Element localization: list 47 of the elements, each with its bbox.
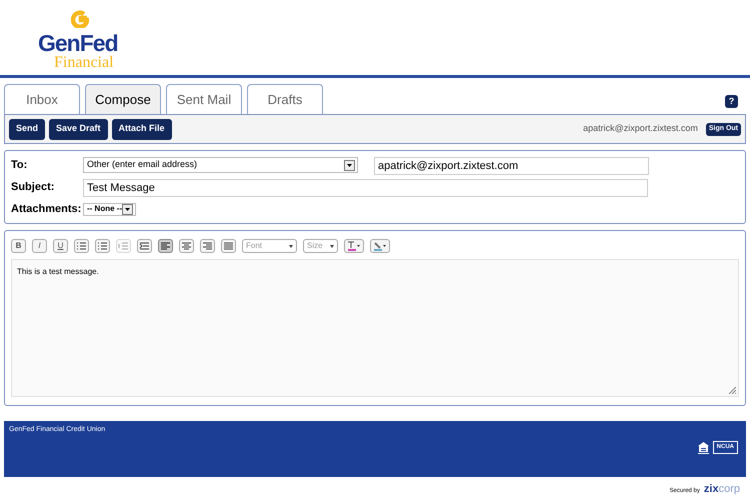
caret-icon	[289, 244, 293, 248]
align-center-icon	[181, 241, 192, 251]
align-right-icon	[202, 241, 213, 251]
equal-housing-icon	[698, 442, 709, 454]
email-field[interactable]: apatrick@zixport.zixtest.com	[374, 157, 649, 175]
text-color-button[interactable]	[344, 239, 364, 253]
format-button[interactable]: B	[11, 239, 26, 253]
tab[interactable]: Drafts	[247, 84, 323, 114]
logo-name: GenFed	[38, 32, 118, 55]
align-left-icon	[160, 241, 171, 251]
logo-subtitle: Financial	[54, 55, 114, 71]
field-label: To:	[11, 158, 28, 173]
resize-handle-icon[interactable]	[728, 386, 736, 394]
help-button[interactable]: ?	[725, 95, 738, 108]
logo-icon	[71, 10, 89, 28]
align-center-button[interactable]	[179, 239, 194, 253]
zixcorp-logo: zixcorp	[704, 482, 740, 497]
indent-button[interactable]	[137, 239, 152, 253]
action-button[interactable]: Save Draft	[49, 118, 108, 140]
message-body[interactable]: This is a test message.	[11, 259, 739, 397]
action-button[interactable]: Attach File	[112, 118, 172, 140]
justify-button[interactable]	[221, 239, 236, 253]
recipient-select[interactable]: Other (enter email address)	[83, 157, 358, 173]
subject-field[interactable]: Test Message	[83, 179, 648, 197]
field-label: Attachments:	[11, 202, 81, 217]
ordered-list-icon	[76, 241, 87, 251]
outdent-icon	[118, 241, 129, 251]
ordered-list-button[interactable]	[74, 239, 89, 253]
format-button[interactable]: U	[53, 239, 68, 253]
align-left-button[interactable]	[158, 239, 173, 253]
tab[interactable]: Sent Mail	[166, 84, 242, 114]
align-right-button[interactable]	[200, 239, 215, 253]
bullet-list-button[interactable]	[95, 239, 110, 253]
tab[interactable]: Inbox	[4, 84, 80, 114]
attachments-select[interactable]: -- None --	[83, 202, 136, 216]
field-label: Subject:	[11, 180, 56, 195]
tab[interactable]: Compose	[85, 84, 161, 114]
highlight-icon	[373, 241, 387, 251]
indent-icon	[139, 241, 150, 251]
caret-icon	[330, 244, 334, 248]
format-button[interactable]: I	[32, 239, 47, 253]
justify-icon	[223, 241, 234, 251]
bullet-list-icon	[97, 241, 108, 251]
user-email: apatrick@zixport.zixtest.com	[583, 122, 698, 136]
action-button[interactable]: Send	[9, 118, 46, 140]
text-color-icon	[347, 241, 361, 251]
highlight-button[interactable]	[370, 239, 390, 253]
